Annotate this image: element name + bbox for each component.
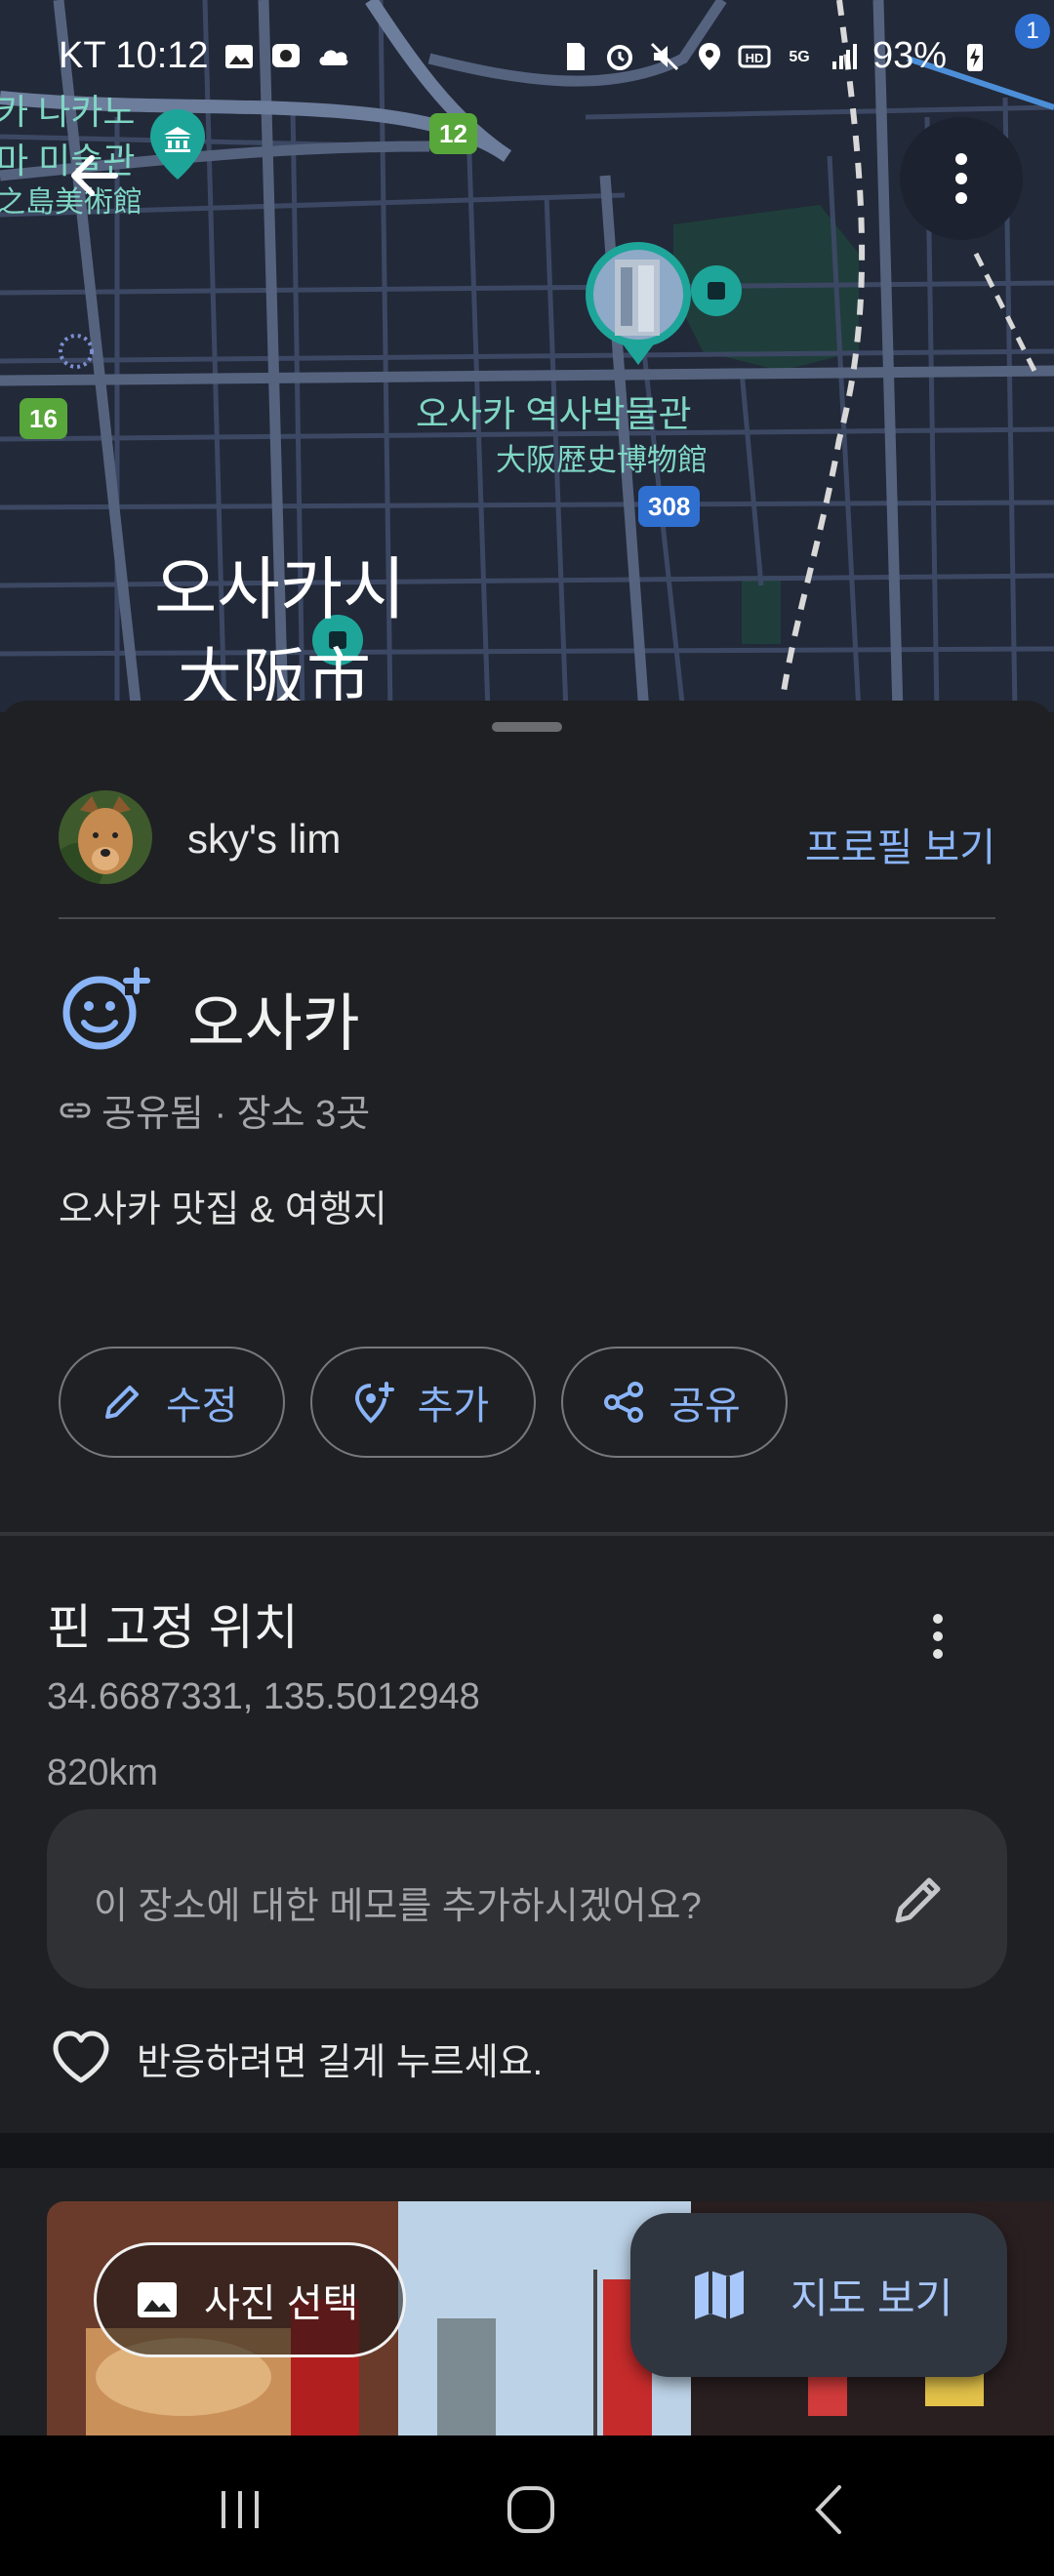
list-title: 오사카 (187, 988, 360, 1059)
list-meta: 공유됨 · 장소 3곳 (59, 1083, 370, 1137)
transit-station-icon[interactable] (689, 263, 744, 318)
owner-row: sky's lim 프로필 보기 (59, 790, 995, 884)
section-divider (0, 2133, 1054, 2168)
notification-badge: 1 (1015, 14, 1050, 49)
5g-icon: 5G (789, 49, 809, 65)
list-detail-sheet[interactable]: sky's lim 프로필 보기 오사카 공유됨 · 장소 3곳 오사카 맛집 … (0, 701, 1054, 2449)
carrier-time: KT 10:12 (59, 35, 209, 76)
pin-coordinates: 34.6687331, 135.5012948 (47, 1676, 480, 1717)
route-shield-16: 16 (20, 398, 67, 439)
recent-apps-button[interactable] (201, 2471, 279, 2549)
alarm-icon (606, 44, 632, 70)
link-icon (60, 1103, 91, 1117)
map-label-museum-jp: 大阪歴史博物館 (496, 443, 708, 477)
smiley-add-icon (62, 966, 150, 1050)
edit-button-label: 수정 (166, 1385, 238, 1428)
home-button[interactable] (492, 2471, 570, 2549)
pencil-icon (105, 1386, 139, 1419)
cloud-icon (319, 49, 347, 65)
map-label-museum: 오사카 역사박물관 (416, 394, 692, 434)
avatar[interactable] (59, 790, 152, 884)
pin-more-button[interactable] (913, 1602, 962, 1670)
divider (59, 917, 995, 919)
signal-icon (831, 43, 857, 69)
view-profile-link[interactable]: 프로필 보기 (805, 816, 995, 872)
arrow-back-icon (71, 155, 118, 196)
select-photo-label: 사진 선택 (204, 2282, 359, 2325)
map-icon (695, 2271, 744, 2319)
share-button-label: 공유 (669, 1385, 741, 1428)
route-shield-12: 12 (429, 113, 477, 154)
heart-icon[interactable] (51, 2030, 111, 2086)
memo-field[interactable]: 이 장소에 대한 메모를 추가하시겠어요? (47, 1809, 1007, 1989)
view-map-label: 지도 보기 (790, 2274, 953, 2321)
map-view[interactable]: 카 나카노 마 미술관 之島美術館 12 16 308 오사카 역사박물관 大阪… (0, 0, 1054, 712)
add-button-label: 추가 (417, 1385, 490, 1428)
add-location-icon (354, 1382, 394, 1424)
owner-name: sky's lim (187, 816, 342, 862)
mute-icon (650, 42, 678, 70)
svg-text:5G: 5G (789, 49, 809, 65)
action-chips: 수정 추가 공유 (59, 1347, 788, 1458)
place-photo-pin[interactable] (582, 238, 695, 375)
add-button[interactable]: 추가 (309, 1347, 537, 1458)
museum-poi-icon[interactable] (148, 107, 207, 181)
more-options-button[interactable] (900, 117, 1023, 240)
edit-button[interactable]: 수정 (59, 1347, 285, 1458)
reaction-hint: 반응하려면 길게 누르세요. (137, 2041, 544, 2083)
back-button[interactable] (55, 137, 133, 215)
pencil-icon[interactable] (890, 1870, 949, 1928)
memo-placeholder: 이 장소에 대한 메모를 추가하시겠어요? (94, 1886, 702, 1927)
chat-icon (271, 43, 300, 67)
drag-handle[interactable] (492, 722, 562, 732)
pin-distance: 820km (47, 1752, 159, 1793)
route-shield-308: 308 (638, 486, 701, 527)
more-vert-icon (933, 1614, 943, 1659)
more-vert-icon (955, 153, 967, 204)
system-nav-bar (0, 2435, 1054, 2576)
view-map-button[interactable]: 지도 보기 (630, 2213, 1007, 2377)
sim-icon (566, 42, 585, 70)
battery-icon (967, 43, 983, 71)
hd-icon: HD (738, 45, 771, 67)
gallery-icon (224, 44, 253, 68)
section-divider (0, 1532, 1054, 1536)
reaction-row[interactable]: 반응하려면 길게 누르세요. (51, 2030, 543, 2086)
svg-text:HD: HD (746, 51, 764, 65)
recent-apps-icon (222, 2491, 259, 2528)
select-photo-button[interactable]: 사진 선택 (94, 2242, 407, 2357)
home-icon (507, 2486, 554, 2533)
location-icon (698, 42, 720, 70)
nav-back-icon (815, 2485, 841, 2534)
list-description: 오사카 맛집 & 여행지 (59, 1189, 387, 1230)
map-label-city-jp: 大阪市 (178, 642, 371, 712)
share-icon (604, 1382, 644, 1423)
share-button[interactable]: 공유 (561, 1347, 788, 1458)
battery-percent: 93% (872, 35, 947, 76)
map-label-city: 오사카시 (154, 551, 406, 627)
status-bar: KT 10:12 HD 5G 93% 1 (0, 0, 1054, 117)
nav-back-button[interactable] (790, 2471, 869, 2549)
image-icon (138, 2282, 177, 2317)
list-meta-text: 공유됨 · 장소 3곳 (101, 1094, 371, 1135)
pin-title: 핀 고정 위치 (47, 1600, 299, 1655)
